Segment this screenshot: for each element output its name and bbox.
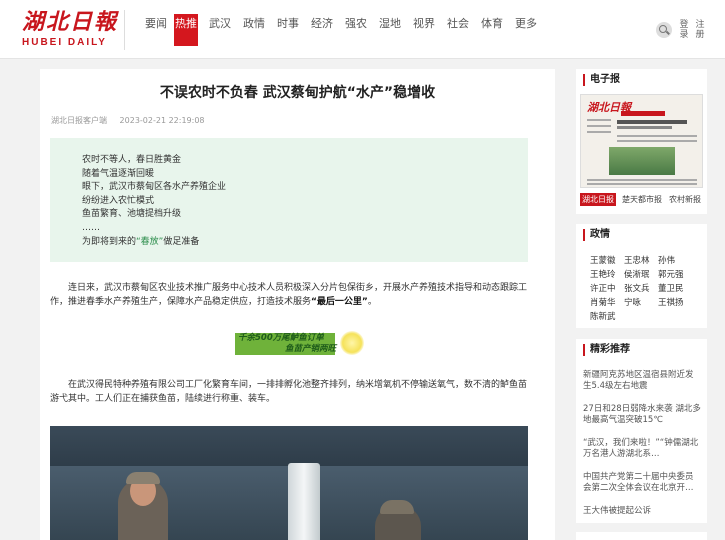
article-photo[interactable] <box>50 426 528 540</box>
official-name[interactable]: 王蒙徽 <box>590 254 616 266</box>
para1-end: 。 <box>367 297 377 307</box>
photo-person-hat <box>380 500 414 514</box>
lead-line: …… <box>82 222 100 233</box>
article-paragraph-1: 连日来，武汉市蔡甸区农业技术推广服务中心技术人员积极深入分片包保街乡，开展水产养… <box>50 281 528 309</box>
recommend-heading: 精彩推荐 <box>583 344 630 356</box>
search-icon[interactable] <box>656 22 672 38</box>
photo-pipe <box>288 463 320 540</box>
lead-highlight: “春放” <box>136 236 164 247</box>
official-name[interactable]: 孙伟 <box>658 254 675 266</box>
lead-last-prefix: 为即将到来的 <box>82 236 137 247</box>
epaper-text-line <box>587 131 611 133</box>
official-name[interactable]: 郭元强 <box>658 268 684 280</box>
para1-text: 连日来，武汉市蔡甸区农业技术推广服务中心技术人员积极深入分片包保街乡，开展水产养… <box>50 283 528 307</box>
epaper-tab-nongcun[interactable]: 农村新报 <box>668 193 702 206</box>
subhead-sun <box>340 331 364 355</box>
epaper-text-line <box>617 135 697 137</box>
official-name[interactable]: 许正中 <box>590 282 616 294</box>
official-name[interactable]: 王艳玲 <box>590 268 616 280</box>
official-name[interactable]: 宁咏 <box>624 296 641 308</box>
epaper-redbar <box>621 111 665 116</box>
lead-line: 农时不等人，春日胜黄金 <box>82 155 182 165</box>
official-name[interactable]: 侯淅珉 <box>624 268 650 280</box>
epaper-text-line <box>587 119 611 121</box>
nav-item-zhengqing[interactable]: 政情 <box>242 14 266 46</box>
next-sidebar-card <box>576 532 707 540</box>
article-paragraph-2: 在武汉得民特种养殖有限公司工厂化繁育车间，一排排孵化池整齐排列，纳米增氧机不停输… <box>50 380 528 404</box>
nav-item-tiyu[interactable]: 体育 <box>480 14 504 46</box>
nav-item-yaowen[interactable]: 要闻 <box>144 14 168 46</box>
lead-box: 农时不等人，春日胜黄金 随着气温逐渐回暖 眼下，武汉市蔡甸区各水产养殖企业 纷纷… <box>50 138 528 262</box>
epaper-card: 电子报 湖北日報 湖北日报 楚天都市报 农村新报 <box>576 69 707 214</box>
lead-line: 纷纷进入农忙模式 <box>82 195 155 206</box>
epaper-tab-chutian[interactable]: 楚天都市报 <box>621 193 663 206</box>
nav-item-shidi[interactable]: 湿地 <box>378 14 402 46</box>
epaper-headline <box>617 126 672 129</box>
nav-item-qiangnong[interactable]: 强农 <box>344 14 368 46</box>
logo-divider <box>124 10 125 50</box>
epaper-text-line <box>587 179 697 181</box>
site-logo[interactable]: 湖北日報 HUBEI DAILY <box>22 10 122 52</box>
epaper-headline <box>617 120 687 124</box>
recommend-item[interactable]: 新疆阿克苏地区温宿县附近发生5.4级左右地震 <box>583 370 701 391</box>
logo-chinese: 湖北日報 <box>22 9 119 35</box>
epaper-tab-hubei-daily[interactable]: 湖北日报 <box>580 193 616 206</box>
epaper-thumbnail[interactable]: 湖北日報 <box>580 94 703 188</box>
nav-item-wuhan[interactable]: 武汉 <box>208 14 232 46</box>
official-name[interactable]: 肖菊华 <box>590 296 616 308</box>
subhead-line1: 千余500万尾鲈鱼订单 <box>238 333 324 343</box>
official-name[interactable]: 王祺扬 <box>658 296 684 308</box>
epaper-photo <box>609 147 675 175</box>
lead-line: 随着气温逐渐回暖 <box>82 168 155 179</box>
lead-line: 眼下，武汉市蔡甸区各水产养殖企业 <box>82 182 227 193</box>
logo-english: HUBEI DAILY <box>22 37 107 48</box>
article-source: 湖北日报客户端 <box>51 116 107 125</box>
nav-item-shishi[interactable]: 时事 <box>276 14 300 46</box>
epaper-heading: 电子报 <box>583 74 620 86</box>
lead-last-suffix: 做足准备 <box>163 236 200 247</box>
article-title: 不误农时不负春 武汉蔡甸护航“水产”稳增收 <box>159 85 436 101</box>
recommend-item[interactable]: 中国共产党第二十届中央委员会第二次全体会议在北京开… <box>583 472 701 493</box>
nav-item-jingji[interactable]: 经济 <box>310 14 334 46</box>
site-header: 湖北日報 HUBEI DAILY 要闻 热推 武汉 政情 时事 经济 强农 湿地… <box>0 0 725 59</box>
subhead-line2: 鱼苗产销两旺 <box>285 344 337 354</box>
recommend-item[interactable]: 王大伟被提起公诉 <box>583 506 701 517</box>
nav-item-shijie[interactable]: 视界 <box>412 14 436 46</box>
nav-item-shehui[interactable]: 社会 <box>446 14 470 46</box>
lead-line-last: 为即将到来的“春放”做足准备 <box>82 236 528 250</box>
official-name[interactable]: 董卫民 <box>658 282 684 294</box>
epaper-text-line <box>587 183 697 185</box>
official-name[interactable]: 张文兵 <box>624 282 650 294</box>
register-link[interactable]: 注册 <box>693 20 707 40</box>
recommend-card: 精彩推荐 新疆阿克苏地区温宿县附近发生5.4级左右地震 27日和28日弱降水来袭… <box>576 339 707 523</box>
recommend-item[interactable]: 27日和28日弱降水来袭 湖北多地最高气温突破15℃ <box>583 404 701 425</box>
photo-person-hat <box>126 472 160 484</box>
epaper-text-line <box>617 140 697 142</box>
login-link[interactable]: 登录 <box>677 20 691 40</box>
section-subhead: 千余500万尾鲈鱼订单 鱼苗产销两旺 <box>235 331 365 357</box>
official-name[interactable]: 陈新武 <box>590 310 616 322</box>
nav-item-gengduo[interactable]: 更多 <box>514 14 538 46</box>
nav-item-retui[interactable]: 热推 <box>174 14 198 46</box>
official-name[interactable]: 王忠林 <box>624 254 650 266</box>
article-card: 不误农时不负春 武汉蔡甸护航“水产”稳增收 湖北日报客户端 2023-02-21… <box>40 69 555 540</box>
epaper-text-line <box>587 125 611 127</box>
officials-heading: 政情 <box>583 229 610 241</box>
article-datetime: 2023-02-21 22:19:08 <box>119 116 205 125</box>
officials-card: 政情 王蒙徽 王忠林 孙伟 王艳玲 侯淅珉 郭元强 许正中 张文兵 董卫民 肖菊… <box>576 224 707 328</box>
article-meta: 湖北日报客户端 2023-02-21 22:19:08 <box>51 115 215 126</box>
recommend-item[interactable]: “武汉，我们来啦！”“钟儒湖北万名港人游湖北系… <box>583 438 701 459</box>
para1-bold: “最后一公里” <box>311 297 368 307</box>
lead-line: 鱼苗繁育、池塘提档升级 <box>82 209 182 220</box>
